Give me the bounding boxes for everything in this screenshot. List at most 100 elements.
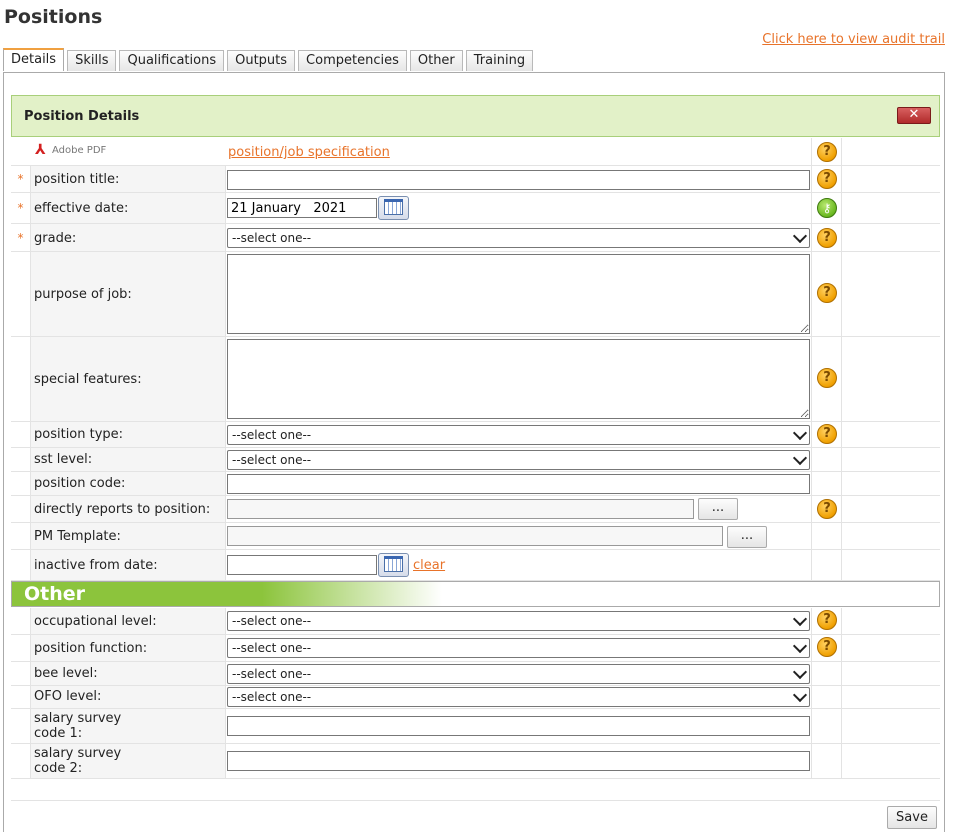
occupational-level-select[interactable]: --select one-- bbox=[227, 611, 810, 631]
clear-date-link[interactable]: clear bbox=[413, 558, 445, 573]
effective-date-input[interactable] bbox=[227, 198, 377, 218]
salary-survey-1-input[interactable] bbox=[227, 716, 810, 736]
position-code-input[interactable] bbox=[227, 474, 810, 494]
tab-other[interactable]: Other bbox=[409, 50, 463, 71]
chevron-down-icon bbox=[792, 664, 808, 680]
ofo-level-row: OFO level: --select one-- bbox=[11, 686, 940, 709]
ofo-level-select[interactable]: --select one-- bbox=[227, 687, 810, 707]
audit-trail-link[interactable]: Click here to view audit trail bbox=[762, 32, 945, 47]
bee-level-select[interactable]: --select one-- bbox=[227, 664, 810, 684]
pm-template-row: PM Template: ... bbox=[11, 523, 940, 550]
calendar-icon[interactable] bbox=[378, 553, 409, 577]
bee-level-row: bee level: --select one-- bbox=[11, 662, 940, 686]
salary-survey-1-label: salary survey code 1: bbox=[34, 711, 122, 741]
sst-level-row: sst level: --select one-- bbox=[11, 448, 940, 472]
other-section-title: Other bbox=[24, 583, 86, 605]
close-section-button[interactable]: ✕ bbox=[897, 107, 931, 124]
position-function-select[interactable]: --select one-- bbox=[227, 638, 810, 658]
tab-bar: Details Skills Qualifications Outputs Co… bbox=[3, 48, 536, 72]
bee-level-label: bee level: bbox=[34, 666, 98, 681]
effective-date-label: effective date: bbox=[34, 201, 129, 216]
tab-training[interactable]: Training bbox=[465, 50, 534, 71]
section-title: Position Details bbox=[24, 109, 140, 124]
reports-to-label: directly reports to position: bbox=[34, 502, 211, 517]
help-icon[interactable]: ? bbox=[817, 368, 837, 388]
position-type-row: position type: --select one-- ? bbox=[11, 422, 940, 448]
purpose-label: purpose of job: bbox=[34, 287, 132, 302]
reports-to-browse-button[interactable]: ... bbox=[698, 498, 738, 520]
position-function-row: position function: --select one-- ? bbox=[11, 635, 940, 662]
help-icon[interactable]: ? bbox=[817, 610, 837, 630]
required-marker: * bbox=[17, 201, 24, 215]
help-icon[interactable]: ? bbox=[817, 283, 837, 303]
chevron-down-icon bbox=[792, 450, 808, 466]
adobe-pdf-icon: ⅄ bbox=[35, 142, 46, 158]
pdf-label: Adobe PDF bbox=[52, 144, 107, 156]
close-icon: ✕ bbox=[908, 107, 920, 122]
tab-details[interactable]: Details bbox=[3, 48, 65, 71]
position-title-input[interactable] bbox=[227, 170, 810, 190]
sst-level-label: sst level: bbox=[34, 452, 93, 467]
salary-survey-1-row: salary survey code 1: bbox=[11, 709, 940, 744]
occupational-level-label: occupational level: bbox=[34, 614, 157, 629]
pm-template-browse-button[interactable]: ... bbox=[727, 526, 767, 548]
other-section-header: Other bbox=[11, 581, 940, 607]
grade-label: grade: bbox=[34, 231, 77, 246]
grade-select[interactable]: --select one-- bbox=[227, 228, 810, 248]
tab-competencies[interactable]: Competencies bbox=[298, 50, 407, 71]
help-icon[interactable]: ? bbox=[817, 424, 837, 444]
position-title-row: * position title: ? bbox=[11, 166, 940, 193]
purpose-row: purpose of job: ? bbox=[11, 252, 940, 337]
save-button[interactable]: Save bbox=[887, 806, 937, 829]
help-icon[interactable]: ? bbox=[817, 169, 837, 189]
position-code-label: position code: bbox=[34, 476, 126, 491]
reports-to-input[interactable] bbox=[227, 499, 694, 519]
pm-template-label: PM Template: bbox=[34, 529, 121, 544]
sst-level-select[interactable]: --select one-- bbox=[227, 450, 810, 470]
ofo-level-label: OFO level: bbox=[34, 689, 102, 704]
position-type-select[interactable]: --select one-- bbox=[227, 425, 810, 445]
chevron-down-icon bbox=[792, 611, 808, 627]
details-panel: Position Details ✕ ⅄ Adobe PDF position/… bbox=[3, 72, 945, 832]
effective-date-row: * effective date: ⚷ bbox=[11, 193, 940, 224]
occupational-level-row: occupational level: --select one-- ? bbox=[11, 608, 940, 635]
required-marker: * bbox=[17, 172, 24, 186]
salary-survey-2-input[interactable] bbox=[227, 751, 810, 771]
chevron-down-icon bbox=[792, 425, 808, 441]
special-features-textarea[interactable] bbox=[227, 339, 810, 419]
position-details-header: Position Details ✕ bbox=[11, 95, 940, 137]
position-title-label: position title: bbox=[34, 172, 120, 187]
chevron-down-icon bbox=[792, 228, 808, 244]
inactive-date-input[interactable] bbox=[227, 555, 377, 575]
help-icon[interactable]: ? bbox=[817, 637, 837, 657]
calendar-icon[interactable] bbox=[378, 196, 409, 220]
grade-row: * grade: --select one-- ? bbox=[11, 224, 940, 252]
tab-outputs[interactable]: Outputs bbox=[227, 50, 296, 71]
job-specification-link[interactable]: position/job specification bbox=[228, 145, 390, 160]
salary-survey-2-row: salary survey code 2: bbox=[11, 744, 940, 779]
chevron-down-icon bbox=[792, 638, 808, 654]
key-icon[interactable]: ⚷ bbox=[817, 198, 837, 218]
pdf-badge: ⅄ Adobe PDF bbox=[35, 143, 106, 157]
footer-divider bbox=[11, 800, 940, 801]
tab-skills[interactable]: Skills bbox=[67, 50, 117, 71]
position-type-label: position type: bbox=[34, 427, 124, 442]
help-icon[interactable]: ? bbox=[817, 142, 837, 162]
chevron-down-icon bbox=[792, 687, 808, 703]
page-title: Positions bbox=[4, 6, 103, 28]
required-marker: * bbox=[17, 231, 24, 245]
position-code-row: position code: bbox=[11, 472, 940, 496]
inactive-date-row: inactive from date: clear bbox=[11, 550, 940, 581]
help-icon[interactable]: ? bbox=[817, 499, 837, 519]
reports-to-row: directly reports to position: ... ? bbox=[11, 496, 940, 523]
inactive-date-label: inactive from date: bbox=[34, 558, 158, 573]
salary-survey-2-label: salary survey code 2: bbox=[34, 746, 122, 776]
tab-qualifications[interactable]: Qualifications bbox=[119, 50, 225, 71]
pm-template-input[interactable] bbox=[227, 526, 723, 546]
purpose-textarea[interactable] bbox=[227, 254, 810, 334]
pdf-row: ⅄ Adobe PDF position/job specification ? bbox=[11, 138, 940, 166]
help-icon[interactable]: ? bbox=[817, 228, 837, 248]
position-function-label: position function: bbox=[34, 641, 148, 656]
special-features-row: special features: ? bbox=[11, 337, 940, 422]
special-features-label: special features: bbox=[34, 372, 142, 387]
